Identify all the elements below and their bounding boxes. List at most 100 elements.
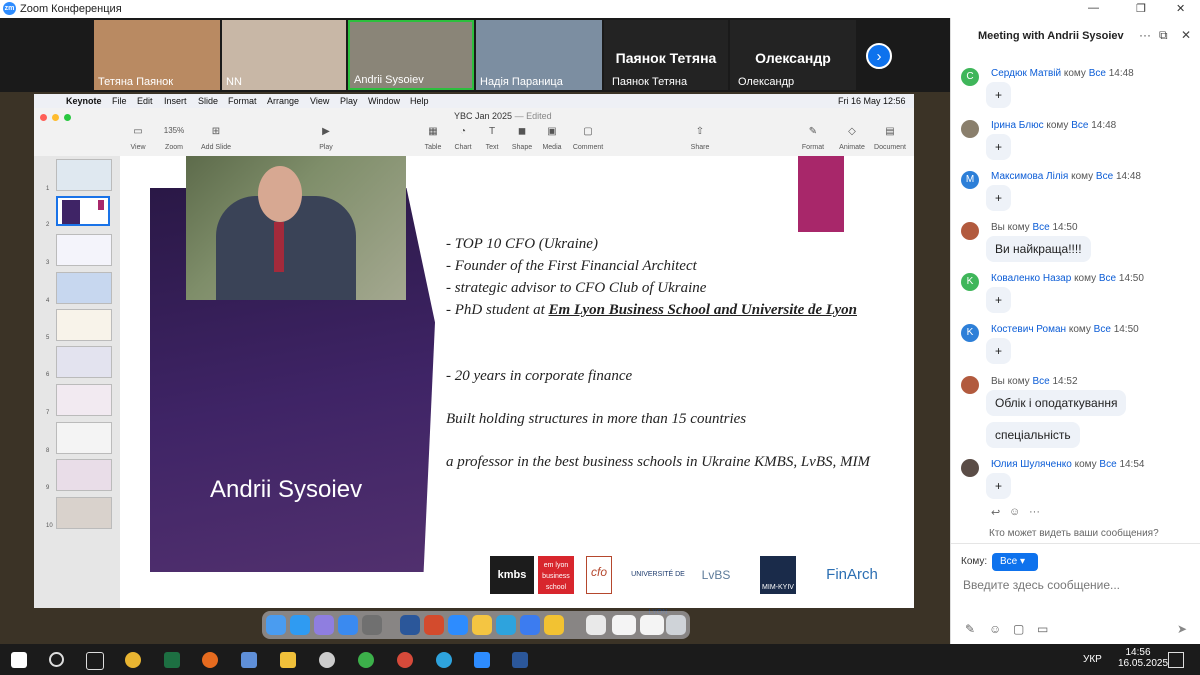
maximize-icon[interactable]: ❐ (1136, 2, 1146, 15)
keynote-icon[interactable] (520, 615, 540, 635)
sender-name[interactable]: Ірина Блюс (991, 120, 1044, 131)
menu-slide[interactable]: Slide (198, 96, 218, 106)
telegram-icon[interactable] (436, 652, 452, 668)
slide-thumbnail[interactable] (56, 459, 112, 491)
toolbar-media-label[interactable]: Media (532, 144, 572, 151)
toolbar-comment-label[interactable]: Comment (568, 144, 608, 151)
firefox-icon[interactable] (202, 652, 218, 668)
participant-tile[interactable]: NN (222, 20, 346, 90)
notifications-icon[interactable] (1168, 652, 1184, 668)
menu-window[interactable]: Window (368, 96, 400, 106)
sender-name[interactable]: Сердюк Матвій (991, 68, 1061, 79)
file-explorer-icon[interactable] (280, 652, 296, 668)
recipient-select[interactable]: Все ▾ (992, 553, 1038, 571)
send-icon[interactable]: ➤ (1177, 622, 1187, 636)
view-icon[interactable]: ▭ (118, 126, 158, 137)
settings-icon[interactable] (362, 615, 382, 635)
search-icon[interactable] (49, 652, 64, 667)
comment-icon[interactable]: ▢ (568, 126, 608, 137)
menu-play[interactable]: Play (340, 96, 358, 106)
trash-icon[interactable] (666, 615, 686, 635)
telegram-icon[interactable] (496, 615, 516, 635)
slide-thumbnail[interactable] (56, 384, 112, 416)
menu-keynote[interactable]: Keynote (66, 96, 102, 106)
zoom-window-icon[interactable] (64, 114, 71, 121)
chrome-profile-icon[interactable] (397, 652, 413, 668)
recipient[interactable]: Все (1099, 459, 1116, 470)
share-icon[interactable]: ⇧ (680, 126, 720, 137)
windows-start-icon[interactable] (11, 652, 27, 668)
slide-thumbnail[interactable] (56, 272, 112, 304)
slide-thumbnail[interactable] (56, 422, 112, 454)
slide-canvas[interactable]: Andrii Sysoiev - TOP 10 CFO (Ukraine) - … (120, 156, 914, 616)
toolbar-zoom-label[interactable]: Zoom (154, 144, 194, 151)
menu-file[interactable]: File (112, 96, 127, 106)
minimize-icon[interactable]: — (1088, 2, 1099, 14)
format-text-icon[interactable]: ✎ (965, 622, 975, 636)
message-bubble[interactable]: + (986, 287, 1012, 313)
notepad-icon[interactable] (241, 652, 257, 668)
toolbar-animate-label[interactable]: Animate (832, 144, 872, 151)
animate-icon[interactable]: ◇ (832, 126, 872, 137)
recipient[interactable]: Все (1089, 68, 1106, 79)
toolbar-format-label[interactable]: Format (793, 144, 833, 151)
slide-thumbnail[interactable] (56, 497, 112, 529)
format-icon[interactable]: ✎ (793, 126, 833, 137)
slide-thumbnail[interactable] (56, 309, 112, 341)
sender-name[interactable]: Коваленко Назар (991, 273, 1071, 284)
recipient[interactable]: Все (1096, 171, 1113, 182)
sender-name[interactable]: Максимова Лілія (991, 171, 1068, 182)
message-bubble[interactable]: + (986, 82, 1012, 108)
notes-icon[interactable] (544, 615, 564, 635)
menu-insert[interactable]: Insert (164, 96, 187, 106)
message-bubble[interactable]: + (986, 338, 1012, 364)
slide-thumbnail[interactable] (56, 234, 112, 266)
menu-help[interactable]: Help (410, 96, 429, 106)
message-bubble[interactable]: + (986, 134, 1012, 160)
safari-icon[interactable] (338, 615, 358, 635)
emoji-icon[interactable]: ☺ (989, 622, 1001, 636)
pop-out-icon[interactable]: ⧉ (1159, 28, 1168, 43)
gallery-next-button[interactable]: › (866, 43, 892, 69)
message-bubble[interactable]: Облік і оподаткування (986, 390, 1127, 416)
add-slide-icon[interactable]: ⊞ (196, 126, 236, 137)
excel-icon[interactable] (164, 652, 180, 668)
toolbar-add-slide-label[interactable]: Add Slide (196, 144, 236, 151)
taskbar-clock[interactable]: 14:56 16.05.2025 (1118, 647, 1168, 669)
close-icon[interactable]: ✕ (1176, 2, 1185, 15)
word-icon[interactable] (400, 615, 420, 635)
word-icon[interactable] (512, 652, 528, 668)
screenshot-icon[interactable]: ▭ (1037, 622, 1048, 636)
emoji-reaction-icon[interactable]: ☺ (1009, 506, 1020, 518)
participant-name-tile[interactable]: Паянок Тетяна Паянок Тетяна (604, 20, 728, 90)
menu-format[interactable]: Format (228, 96, 257, 106)
file-icon[interactable]: ▢ (1013, 622, 1024, 636)
window-thumbnail-icon[interactable] (640, 615, 664, 635)
recipient[interactable]: Все (1032, 376, 1049, 387)
app-icon[interactable] (319, 652, 335, 668)
participant-tile[interactable]: Надія Параница (476, 20, 602, 90)
chat-message-input[interactable]: Введите здесь сообщение... (963, 578, 1120, 592)
participant-tile-active-speaker[interactable]: Andrii Sysoiev (348, 20, 474, 90)
document-icon[interactable] (586, 615, 606, 635)
message-bubble[interactable]: Ви найкраща!!!! (986, 236, 1091, 262)
toolbar-view-label[interactable]: View (118, 144, 158, 151)
app-store-icon[interactable] (290, 615, 310, 635)
menu-edit[interactable]: Edit (137, 96, 153, 106)
menu-view[interactable]: View (310, 96, 329, 106)
participant-tile[interactable]: Тетяна Паянок (94, 20, 220, 90)
more-icon[interactable]: ··· (1029, 506, 1040, 518)
recipient[interactable]: Все (1099, 273, 1116, 284)
reply-icon[interactable]: ↩ (991, 506, 1000, 519)
slide-thumbnail[interactable] (56, 346, 112, 378)
visibility-info[interactable]: Кто может видеть ваши сообщения? (989, 528, 1159, 539)
recipient[interactable]: Все (1071, 120, 1088, 131)
window-thumbnail-icon[interactable] (612, 615, 636, 635)
toolbar-document-label[interactable]: Document (870, 144, 910, 151)
close-window-icon[interactable] (40, 114, 47, 121)
finder-icon[interactable] (266, 615, 286, 635)
input-language[interactable]: УКР (1083, 654, 1102, 665)
launchpad-icon[interactable] (314, 615, 334, 635)
sender-name[interactable]: Костевич Роман (991, 324, 1066, 335)
document-icon[interactable]: ▤ (870, 126, 910, 137)
